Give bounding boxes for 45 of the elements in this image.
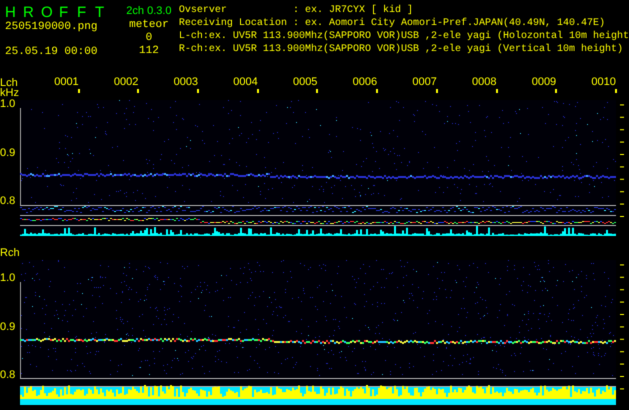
time-label: 0008 (472, 76, 496, 88)
meteor-count: 0 (146, 32, 152, 45)
meteor-label: meteor (129, 19, 169, 32)
info-line: Ovserver : ex. JR7CYX [ kid ] (178, 4, 414, 17)
logo-letter: T (95, 4, 105, 21)
logo-letter: F (77, 4, 87, 21)
tick-mark (78, 89, 80, 93)
time-label: 0001 (54, 76, 79, 88)
time-label: 0004 (233, 76, 258, 88)
channel-label: Lch (0, 78, 18, 88)
time-label: 0006 (352, 76, 378, 88)
logo-letter: H (5, 4, 15, 21)
file-name: 2505190000.png (5, 21, 98, 34)
channel-label: Rch (0, 248, 20, 258)
unit-label: kHz (0, 88, 20, 98)
time-label: 0010 (591, 76, 616, 88)
axis-label: 0.8 (0, 196, 16, 207)
time-label: 0009 (532, 76, 556, 88)
tick-mark (137, 89, 140, 93)
axis-label: 0.8 (0, 370, 16, 381)
axis-label: 0.9 (0, 322, 16, 333)
time-label: 0005 (292, 76, 318, 88)
meteor-count: 112 (139, 45, 159, 58)
time-label: 0003 (174, 76, 198, 88)
version-label: 2ch 0.3.0 (126, 4, 172, 19)
tick-mark (316, 89, 318, 93)
info-line: L-ch:ex. UV5R 113.900Mhz(SAPPORO VOR)USB ,2-ele yagi (Holozontal 10m height (178, 30, 629, 43)
info-line: Receiving Location : ex. Aomori City Aomori-Pref.JAPAN(40.49N, 140.47E) (178, 17, 606, 30)
time-label: 0007 (412, 76, 437, 88)
axis-label: 0.9 (0, 148, 16, 159)
time-label: 0002 (114, 76, 138, 88)
tick-mark (496, 89, 498, 93)
tick-mark (197, 89, 200, 93)
info-line: R-ch:ex. UV5R 113.900Mhz(SAPPORO VOR)USB ,2-ele yagi (Vertical 10m height) (178, 43, 624, 56)
tick-mark (614, 89, 617, 93)
date-time: 25.05.19 00:00 (5, 46, 98, 59)
logo-letter: F (59, 4, 69, 21)
tick-mark (256, 89, 259, 93)
logo-letter: O (41, 4, 51, 21)
tick-mark (376, 89, 378, 93)
tick-mark (436, 89, 438, 93)
logo-letter: R (23, 4, 33, 21)
axis-label: 1.0 (0, 99, 16, 110)
tick-mark (555, 89, 558, 93)
axis-label: 1.0 (0, 273, 16, 284)
